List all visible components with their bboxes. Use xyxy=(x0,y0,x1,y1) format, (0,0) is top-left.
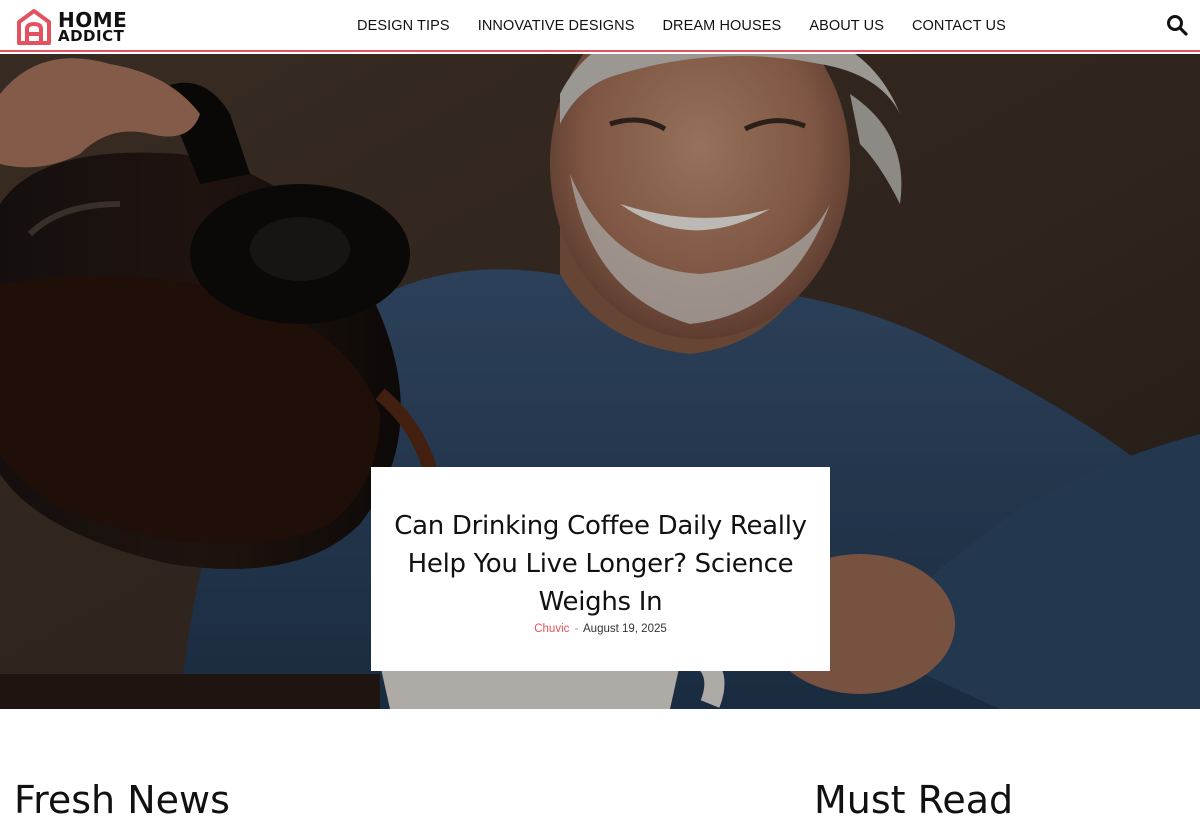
nav-link-about-us[interactable]: ABOUT US xyxy=(809,18,884,34)
meta-separator: - xyxy=(574,623,579,635)
site-header: HOME ADDICT DESIGN TIPS INNOVATIVE DESIG… xyxy=(0,0,1200,52)
search-icon xyxy=(1167,15,1188,36)
featured-article-card[interactable]: Can Drinking Coffee Daily Really Help Yo… xyxy=(371,467,830,671)
nav-item-innovative-designs: INNOVATIVE DESIGNS xyxy=(478,17,635,35)
featured-article-title[interactable]: Can Drinking Coffee Daily Really Help Yo… xyxy=(391,507,810,621)
nav-item-about-us: ABOUT US xyxy=(809,17,884,35)
must-read-heading: Must Read xyxy=(814,778,1014,822)
nav-link-dream-houses[interactable]: DREAM HOUSES xyxy=(662,18,781,34)
search-button[interactable] xyxy=(1166,14,1188,36)
home-logo-icon xyxy=(17,9,51,45)
author-link[interactable]: Chuvic xyxy=(534,623,569,635)
nav-item-design-tips: DESIGN TIPS xyxy=(357,17,450,35)
nav-link-innovative-designs[interactable]: INNOVATIVE DESIGNS xyxy=(478,18,635,34)
site-logo[interactable]: HOME ADDICT xyxy=(16,8,127,45)
nav-link-design-tips[interactable]: DESIGN TIPS xyxy=(357,18,450,34)
logo-text: HOME ADDICT xyxy=(58,10,127,44)
nav-item-contact-us: CONTACT US xyxy=(912,17,1006,35)
fresh-news-heading: Fresh News xyxy=(14,778,230,822)
nav-item-dream-houses: DREAM HOUSES xyxy=(662,17,781,35)
nav-link-contact-us[interactable]: CONTACT US xyxy=(912,18,1006,34)
article-meta: Chuvic - August 19, 2025 xyxy=(391,623,810,635)
main-nav: DESIGN TIPS INNOVATIVE DESIGNS DREAM HOU… xyxy=(343,0,1020,52)
publish-date: August 19, 2025 xyxy=(583,623,667,635)
logo-line-2: ADDICT xyxy=(58,26,125,45)
